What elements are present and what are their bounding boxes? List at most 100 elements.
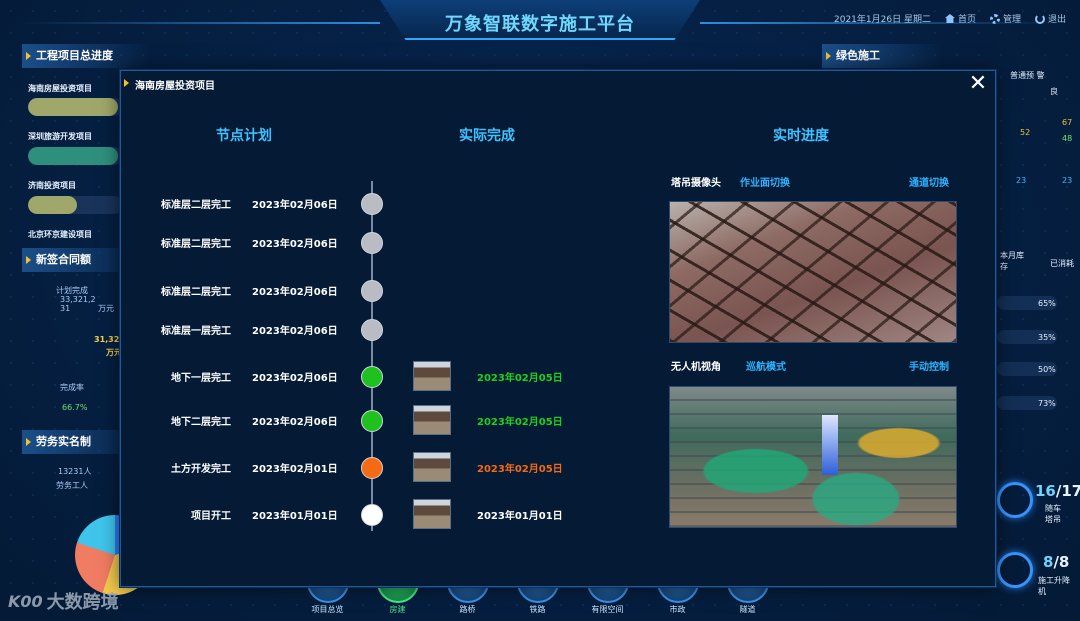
percent-2: 35%: [1038, 333, 1056, 342]
status-dot: [361, 280, 383, 302]
row-stage: 标准层二层完工: [161, 239, 231, 250]
row-plan-date: 2023年02月01日: [252, 464, 338, 475]
crane-value: 16: [1035, 482, 1056, 500]
project-progress-bar-1: [28, 98, 123, 116]
lift-counter: 8/8: [1043, 553, 1070, 571]
logout-link[interactable]: 退出: [1034, 12, 1066, 25]
plan-value: 33,321,2 31: [60, 295, 96, 313]
row-stage: 标准层一层完工: [161, 326, 231, 337]
row-actual-date: 2023年02月05日: [477, 417, 563, 428]
project-progress-bar-3: [28, 196, 123, 214]
row-plan-date: 2023年02月06日: [252, 200, 338, 211]
completion-thumbnail[interactable]: [413, 452, 451, 482]
nav-label-confined-space: 有限空间: [591, 605, 624, 614]
channel-switch-link[interactable]: 通道切换: [909, 174, 949, 189]
header-actions: 2021年1月26日 星期二 首页 管理 退出: [834, 12, 1066, 25]
power-icon: [1034, 13, 1045, 24]
completion-value: 66.7%: [62, 403, 88, 412]
green-construction-title: 绿色施工: [822, 44, 942, 68]
right-num-3: 48: [1062, 134, 1073, 143]
crane-counter: 16/17: [1035, 482, 1080, 500]
consumed-label: 已消耗: [1050, 259, 1074, 268]
tower-camera-feed[interactable]: [669, 201, 957, 343]
row-stage: 标准层二层完工: [161, 200, 231, 211]
row-stage: 标准层二层完工: [161, 287, 231, 298]
close-icon: ✕: [968, 71, 988, 96]
right-num-5: 23: [1062, 176, 1073, 185]
home-label: 首页: [957, 15, 976, 25]
status-dot: [361, 193, 383, 215]
status-dot: [361, 366, 383, 388]
project-detail-modal: 海南房屋投资项目 ✕ 节点计划 实际完成 实时进度 标准层二层完工 2023年0…: [120, 70, 996, 587]
home-icon: [944, 14, 955, 23]
completion-thumbnail[interactable]: [413, 405, 451, 435]
project-progress-fill-1: [28, 98, 119, 116]
header-line-left: [20, 22, 380, 24]
row-stage: 地下二层完工: [171, 417, 231, 428]
logout-label: 退出: [1047, 15, 1066, 25]
status-dot: [361, 504, 383, 526]
project-label-2: 深圳旅游开发项目: [28, 132, 92, 141]
crane-total: 17: [1061, 482, 1080, 500]
settings-link[interactable]: 管理: [989, 12, 1021, 25]
row-stage: 土方开发完工: [171, 464, 231, 475]
nav-label-railway: 铁路: [529, 605, 546, 614]
settings-label: 管理: [1002, 15, 1021, 25]
status-dot: [361, 457, 383, 479]
labor-label: 劳务工人: [56, 481, 88, 490]
completion-thumbnail[interactable]: [413, 499, 451, 529]
lift-ring: [997, 552, 1033, 588]
work-surface-switch-link[interactable]: 作业面切换: [740, 174, 790, 189]
row-plan-date: 2023年02月06日: [252, 417, 338, 428]
column-realtime-header: 实时进度: [773, 128, 829, 144]
project-progress-fill-3: [28, 196, 78, 214]
completion-thumbnail[interactable]: [413, 361, 451, 391]
nav-label-tunnel: 隧道: [739, 605, 756, 614]
percent-1: 65%: [1038, 299, 1056, 308]
lift-total: 8: [1058, 553, 1070, 571]
progress-panel-title: 工程项目总进度: [22, 44, 150, 68]
watermark-logo: K00: [8, 591, 43, 611]
manual-control-link[interactable]: 手动控制: [909, 358, 949, 373]
modal-title: 海南房屋投资项目: [124, 77, 215, 92]
row-plan-date: 2023年01月01日: [252, 511, 338, 522]
gear-icon: [989, 13, 1000, 24]
crane-ring: [997, 482, 1033, 518]
warning-label: 普通预 警: [1010, 71, 1045, 80]
row-actual-date: 2023年02月05日: [477, 464, 563, 475]
percent-4: 73%: [1038, 399, 1056, 408]
column-plan-header: 节点计划: [216, 128, 272, 144]
row-stage: 地下一层完工: [171, 373, 231, 384]
lift-value: 8: [1043, 553, 1054, 571]
drone-view-label: 无人机视角: [671, 362, 721, 373]
project-label-3: 济南投资项目: [28, 181, 76, 190]
inventory-label: 本月库 存: [1000, 251, 1024, 271]
nav-label-municipal: 市政: [669, 605, 686, 614]
watermark-text: 大数跨境: [46, 592, 119, 613]
home-link[interactable]: 首页: [944, 12, 976, 25]
project-progress-bar-2: [28, 147, 123, 165]
right-num-4: 23: [1016, 176, 1027, 185]
crane-label: 塔吊: [1045, 515, 1061, 524]
labor-count: 13231人: [58, 467, 92, 476]
cruise-mode-link[interactable]: 巡航模式: [746, 358, 786, 373]
warning-value: 良: [1050, 87, 1058, 96]
close-button[interactable]: ✕: [967, 73, 989, 95]
nav-label-roads: 路桥: [459, 605, 476, 614]
plan-unit: 万元: [98, 304, 114, 313]
status-dot: [361, 410, 383, 432]
nav-label-overview: 项目总览: [311, 605, 344, 614]
row-plan-date: 2023年02月06日: [252, 239, 338, 250]
row-actual-date: 2023年01月01日: [477, 511, 563, 522]
nav-label-housing: 房建: [389, 605, 406, 614]
column-actual-header: 实际完成: [459, 128, 515, 144]
row-actual-date: 2023年02月05日: [477, 373, 563, 384]
right-num-2: 52: [1020, 128, 1031, 137]
percent-3: 50%: [1038, 365, 1056, 374]
drone-camera-feed[interactable]: [669, 386, 957, 528]
project-progress-fill-2: [28, 147, 119, 165]
lift-label: 施工升降机: [1038, 576, 1070, 596]
row-plan-date: 2023年02月06日: [252, 287, 338, 298]
project-label-4: 北京环京建设项目: [28, 230, 92, 239]
row-stage: 项目开工: [191, 511, 231, 522]
